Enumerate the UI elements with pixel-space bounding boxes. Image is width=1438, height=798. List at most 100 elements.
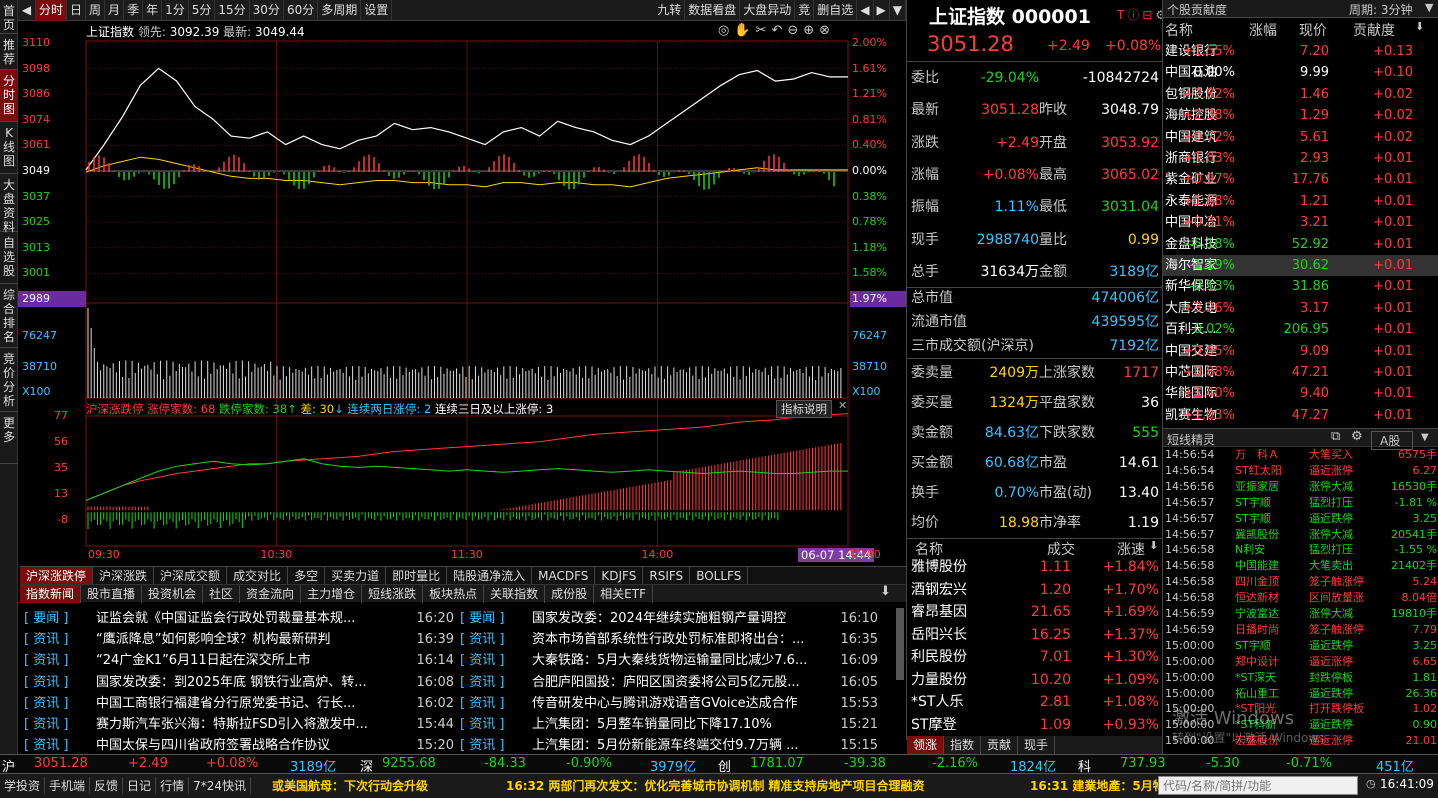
contrib-row[interactable]: 华能国际 +1.40% 9.40 +0.01 — [1163, 383, 1438, 404]
shortline-row[interactable]: 14:56:54 ST红太阳 逼近涨停 6.27 — [1163, 463, 1438, 479]
left-nav-item[interactable]: 大盘资料 — [0, 174, 18, 234]
left-nav-item[interactable]: 推荐 — [0, 34, 18, 70]
toolbar-right-item[interactable]: 竞 — [795, 0, 815, 21]
scroll-left-icon[interactable]: ◀ — [857, 0, 874, 21]
indicator-tab[interactable]: 即时量比 — [386, 566, 448, 585]
period-item[interactable]: 5分 — [189, 0, 216, 21]
bottom-item[interactable]: 7*24快讯 — [189, 777, 251, 794]
indicator-tab[interactable]: RSIFS — [643, 566, 691, 585]
shortline-row[interactable]: 15:00:00 *ST深天 封跌停板 1.81 — [1163, 670, 1438, 686]
period-select[interactable]: 周期: 3分钟 — [1349, 1, 1413, 18]
news-tab[interactable]: 关联指数 — [484, 584, 546, 603]
chevron-down-icon[interactable]: ▼ — [1425, 1, 1433, 14]
contrib-row[interactable]: 建设银行 +1.55% 7.20 +0.13 — [1163, 41, 1438, 62]
news-title[interactable]: 合肥庐阳国投：庐阳区国资委将公司5亿元股... — [532, 672, 822, 693]
period-item[interactable]: 设置 — [361, 0, 393, 21]
contrib-row[interactable]: 中国建筑 +0.72% 5.61 +0.02 — [1163, 127, 1438, 148]
news-tab[interactable]: 资金流向 — [240, 584, 302, 603]
news-ticker-2[interactable]: 16:32 两部门再次发文：优化完善城市协调机制 精准支持房地产项目合理融资 — [506, 777, 925, 794]
news-item[interactable]: [ 资讯 ] 国家发改委：到2025年底 钢铁行业高炉、转... 16:08 — [24, 672, 456, 693]
news-item[interactable]: [ 资讯 ] “鹰派降息”如何影响全球？机构最新研判 16:39 — [24, 629, 456, 650]
period-item[interactable]: 年 — [143, 0, 163, 21]
scissors-icon[interactable]: ✂ — [756, 23, 772, 38]
fast-row[interactable]: 酒钢宏兴 1.20 +1.70% — [911, 579, 1159, 601]
news-tab[interactable]: 成份股 — [545, 584, 595, 603]
close-icon[interactable]: ✕ — [838, 399, 847, 412]
period-item[interactable]: 多周期 — [318, 0, 362, 21]
bottom-item[interactable]: 学投资 — [0, 777, 46, 794]
news-item[interactable]: [ 资讯 ] 大秦铁路：5月大秦线货物运输量同比减少7.6... 16:09 — [460, 650, 880, 671]
shortline-row[interactable]: 15:00:00 ST宇顺 逼近跌停 3.25 — [1163, 638, 1438, 654]
contrib-row[interactable]: 海航控股 +2.38% 1.29 +0.02 — [1163, 105, 1438, 126]
news-item[interactable]: [ 资讯 ] 上汽集团：5月整车销量同比下降17.10% 15:21 — [460, 714, 880, 735]
period-item[interactable]: 分时 — [36, 0, 68, 21]
download-icon[interactable]: ⬇ — [880, 584, 891, 599]
news-ticker-1[interactable]: 或美国航母：下次行动会升级 — [272, 777, 428, 794]
toolbar-right-item[interactable]: 大盘异动 — [740, 0, 796, 21]
contrib-row[interactable]: 中国交建 +0.55% 9.09 +0.01 — [1163, 341, 1438, 362]
news-tab[interactable]: 相关ETF — [594, 584, 653, 603]
fast-row[interactable]: 岳阳兴长 16.25 +1.37% — [911, 624, 1159, 646]
shortline-row[interactable]: 14:56:59 日播时尚 笼子触涨停 7.79 — [1163, 622, 1438, 638]
news-item[interactable]: [ 资讯 ] 赛力斯汽车张兴海：特斯拉FSD引入将激发中... 15:44 — [24, 714, 456, 735]
news-item[interactable]: [ 资讯 ] 资本市场首部系统性行政处罚标准即将出台：... 16:35 — [460, 629, 880, 650]
search-input[interactable] — [1158, 776, 1358, 795]
contrib-row[interactable]: 新华保险 -0.13% 31.86 +0.01 — [1163, 276, 1438, 297]
shortline-row[interactable]: 14:56:57 ST宇顺 逼近跌停 3.25 — [1163, 511, 1438, 527]
indicator-tab[interactable]: 沪深涨跌停 — [20, 566, 94, 585]
bottom-item[interactable]: 日记 — [123, 777, 157, 794]
contrib-row[interactable]: 大唐发电 +3.26% 3.17 +0.01 — [1163, 298, 1438, 319]
period-item[interactable]: 15分 — [215, 0, 250, 21]
left-nav-item[interactable]: 自选股 — [0, 232, 18, 284]
shortline-row[interactable]: 15:00:00 拓山重工 逼近跌停 26.36 — [1163, 686, 1438, 702]
news-title[interactable]: 上汽集团：5月整车销量同比下降17.10% — [532, 714, 822, 735]
contrib-row[interactable]: 金盘科技 -5.18% 52.92 +0.01 — [1163, 234, 1438, 255]
news-title[interactable]: 证监会就《中国证监会行政处罚裁量基本规... — [96, 608, 398, 629]
fast-tab[interactable]: 现手 — [1018, 736, 1056, 754]
contrib-row[interactable]: 中国石油 0.00% 9.99 +0.10 — [1163, 62, 1438, 83]
indicator-tab[interactable]: MACDFS — [532, 566, 596, 585]
period-item[interactable]: 1分 — [162, 0, 189, 21]
sort-down-icon[interactable]: ⬇ — [1415, 20, 1424, 33]
shortline-row[interactable]: 14:56:57 冀凯股份 涨停大减 20541手 — [1163, 527, 1438, 543]
back-icon[interactable]: ◀ — [18, 0, 36, 21]
news-title[interactable]: 资本市场首部系统性行政处罚标准即将出台：... — [532, 629, 822, 650]
expand-icon[interactable]: ⧉ — [1331, 429, 1340, 444]
news-title[interactable]: 国家发改委：2024年继续实施粗钢产量调控 — [532, 608, 822, 629]
period-item[interactable]: 日 — [67, 0, 87, 21]
contrib-row[interactable]: 百利天... -0.02% 206.95 +0.01 — [1163, 319, 1438, 340]
news-title[interactable]: “鹰派降息”如何影响全球？机构最新研判 — [96, 629, 398, 650]
contrib-row[interactable]: 中芯国际 +0.88% 47.21 +0.01 — [1163, 362, 1438, 383]
sort-down-icon[interactable]: ⬇ — [1149, 539, 1158, 552]
shortline-row[interactable]: 15:00:00 郑中设计 逼近涨停 6.65 — [1163, 654, 1438, 670]
indicator-tab[interactable]: 沪深成交额 — [154, 566, 228, 585]
bottom-item[interactable]: 手机端 — [45, 777, 91, 794]
contrib-row[interactable]: 包钢股份 +2.82% 1.46 +0.02 — [1163, 84, 1438, 105]
news-tab[interactable]: 主力增仓 — [301, 584, 363, 603]
news-item[interactable]: [ 资讯 ] 合肥庐阳国投：庐阳区国资委将公司5亿元股... 16:05 — [460, 672, 880, 693]
left-nav-item[interactable]: 综合排名 — [0, 284, 18, 348]
news-title[interactable]: “24广金K1”6月11日起在深交所上市 — [96, 650, 398, 671]
fast-row[interactable]: ST摩登 1.09 +0.93% — [911, 714, 1159, 736]
gear-icon[interactable]: ⚙ — [1351, 429, 1363, 444]
shortline-row[interactable]: 14:56:58 N利安 猛烈打压 -1.55 % — [1163, 542, 1438, 558]
fast-row[interactable]: 睿昂基因 21.65 +1.69% — [911, 601, 1159, 623]
news-tab[interactable]: 股市直播 — [81, 584, 143, 603]
contrib-row[interactable]: 永泰能源 +1.68% 1.21 +0.01 — [1163, 191, 1438, 212]
undo-icon[interactable]: ↶ — [771, 23, 787, 38]
zoom-out-icon[interactable]: ⊖ — [787, 23, 803, 38]
news-item[interactable]: [ 资讯 ] 传音研发中心与腾讯游戏语音GVoice达成合作 15:53 — [460, 693, 880, 714]
info-icon[interactable]: ⓘ — [1127, 8, 1142, 22]
fast-tab[interactable]: 领涨 — [907, 736, 945, 754]
indicator-tab[interactable]: 成交对比 — [227, 566, 289, 585]
news-tab[interactable]: 板块热点 — [423, 584, 485, 603]
fast-row[interactable]: 力量股份 10.20 +1.09% — [911, 669, 1159, 691]
indicator-tab[interactable]: BOLLFS — [690, 566, 749, 585]
news-ticker-3[interactable]: 16:31 建業地產：5月物 — [1030, 777, 1165, 794]
contrib-row[interactable]: 紫金矿业 +0.97% 17.76 +0.01 — [1163, 169, 1438, 190]
shortline-row[interactable]: 14:56:58 四川金顶 笼子触涨停 5.24 — [1163, 574, 1438, 590]
contrib-row[interactable]: 凯赛生物 +1.03% 47.27 +0.01 — [1163, 405, 1438, 426]
shortline-row[interactable]: 14:56:59 宁波富达 涨停大减 19810手 — [1163, 606, 1438, 622]
left-nav-item[interactable]: 首页 — [0, 0, 18, 34]
fast-tab[interactable]: 贡献 — [981, 736, 1019, 754]
